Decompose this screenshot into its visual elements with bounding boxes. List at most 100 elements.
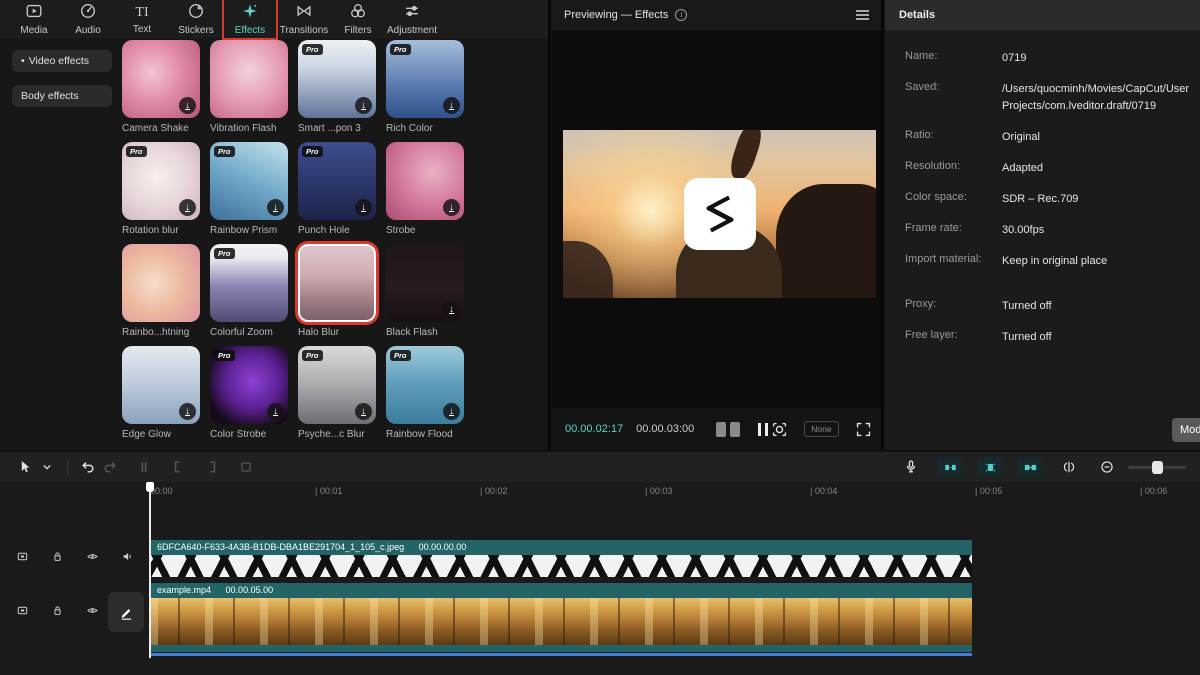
sidebar-item-video-effects[interactable]: •Video effects: [12, 50, 112, 72]
next-frame-button[interactable]: [730, 422, 740, 437]
effect-thumbnail[interactable]: Pro: [210, 244, 288, 322]
effect-thumbnail[interactable]: Pro↓: [298, 40, 376, 118]
details-value: Turned off: [1002, 298, 1192, 315]
eye-icon[interactable]: [86, 604, 99, 622]
details-label: Ratio:: [905, 129, 1002, 146]
sidebar-item-body-effects[interactable]: Body effects: [12, 85, 112, 107]
preview-title: Previewing — Effects: [564, 9, 668, 21]
video-frame[interactable]: [563, 130, 876, 298]
track1-header: [16, 550, 134, 568]
prev-frame-button[interactable]: [716, 422, 726, 437]
effect-thumbnail[interactable]: ↓: [122, 40, 200, 118]
video-clip-footer: [150, 645, 972, 652]
effect-label: Black Flash: [386, 327, 464, 338]
playhead-handle[interactable]: [146, 482, 154, 492]
trim-left-icon[interactable]: [167, 456, 189, 478]
filters-icon: [349, 2, 367, 23]
info-icon[interactable]: i: [675, 9, 687, 21]
effect-thumbnail[interactable]: ↓: [386, 142, 464, 220]
link-clips-toggle[interactable]: [1018, 457, 1042, 477]
effect-thumbnail[interactable]: Pro↓: [298, 142, 376, 220]
pro-badge: Pro: [214, 146, 235, 157]
toolbar-item-audio[interactable]: Audio: [62, 0, 114, 38]
cover-icon[interactable]: [16, 550, 29, 568]
effect-thumbnail[interactable]: ↓: [386, 244, 464, 322]
download-icon[interactable]: ↓: [355, 97, 372, 114]
clip-filename: example.mp4: [157, 585, 211, 595]
playhead[interactable]: [149, 482, 151, 658]
crop-ratio-dropdown[interactable]: None: [804, 421, 838, 437]
auto-snap-toggle[interactable]: [978, 457, 1002, 477]
menu-icon[interactable]: [856, 10, 869, 20]
fullscreen-icon[interactable]: [853, 418, 875, 440]
toolbar-item-stickers[interactable]: Stickers: [170, 0, 222, 38]
download-icon[interactable]: ↓: [179, 97, 196, 114]
download-icon[interactable]: ↓: [179, 403, 196, 420]
download-icon[interactable]: ↓: [355, 403, 372, 420]
preview-axis-icon[interactable]: [1058, 456, 1080, 478]
effect-tile: ↓Edge Glow: [122, 346, 200, 448]
zoom-slider[interactable]: [1128, 466, 1186, 469]
details-value: /Users/quocminh/Movies/CapCut/User DaPro…: [1002, 81, 1192, 115]
eye-icon[interactable]: [86, 550, 99, 568]
toolbar-item-text[interactable]: TIText: [116, 2, 168, 37]
details-label: Proxy:: [905, 298, 1002, 315]
download-icon[interactable]: ↓: [443, 97, 460, 114]
pause-button[interactable]: [758, 423, 768, 436]
effect-tile: Vibration Flash: [210, 40, 288, 142]
effect-label: Punch Hole: [298, 225, 376, 236]
effect-thumbnail[interactable]: Pro↓: [386, 346, 464, 424]
modify-button[interactable]: Modify: [1172, 418, 1200, 442]
details-row: Name:0719: [905, 50, 1200, 67]
trim-right-icon[interactable]: [201, 456, 223, 478]
download-icon[interactable]: ↓: [267, 199, 284, 216]
effect-thumbnail[interactable]: [122, 244, 200, 322]
effect-thumbnail[interactable]: Pro↓: [122, 142, 200, 220]
frame-step-buttons: [716, 422, 740, 437]
effect-thumbnail[interactable]: Pro ↓: [210, 142, 288, 220]
download-icon[interactable]: ↓: [179, 199, 196, 216]
effect-thumbnail[interactable]: [210, 40, 288, 118]
snapshot-icon[interactable]: [768, 418, 790, 440]
transport-bar: 00.00.02:17 00.00.03:00 None: [552, 408, 881, 450]
cover-icon[interactable]: [16, 604, 29, 622]
download-icon[interactable]: ↓: [443, 301, 460, 318]
toolbar-item-effects[interactable]: Effects: [224, 0, 276, 38]
effect-thumbnail[interactable]: [298, 244, 376, 322]
app-window: { "colors": { "accent": "#5fd3c7", "high…: [0, 0, 1200, 675]
zoom-out-icon[interactable]: [1096, 456, 1118, 478]
download-icon[interactable]: ↓: [443, 403, 460, 420]
toolbar-item-media[interactable]: Media: [8, 0, 60, 38]
record-voiceover-icon[interactable]: [900, 456, 922, 478]
toolbar-item-label: Audio: [75, 25, 101, 36]
select-tool-icon[interactable]: [14, 456, 36, 478]
magnetic-snap-toggle[interactable]: [938, 457, 962, 477]
effect-tile: Pro↓Psyche...c Blur: [298, 346, 376, 448]
toolbar-item-transitions[interactable]: Transitions: [278, 0, 330, 38]
zoom-slider-knob[interactable]: [1152, 461, 1163, 474]
effect-thumbnail[interactable]: Pro↓: [210, 346, 288, 424]
toolbar-item-adjustment[interactable]: Adjustment: [386, 0, 438, 38]
delete-clip-icon[interactable]: [235, 456, 257, 478]
video-clip[interactable]: example.mp4 00.00.05.00: [150, 583, 972, 656]
download-icon[interactable]: ↓: [443, 199, 460, 216]
download-icon[interactable]: ↓: [355, 199, 372, 216]
effect-thumbnail[interactable]: ↓: [122, 346, 200, 424]
transitions-icon: [295, 2, 313, 23]
effect-thumbnail[interactable]: Pro↓: [386, 40, 464, 118]
details-row: Saved:/Users/quocminh/Movies/CapCut/User…: [905, 81, 1200, 115]
timeline-ruler[interactable]: 00:00| 00:01| 00:02| 00:03| 00:04| 00:05…: [0, 482, 1200, 500]
chevron-down-icon[interactable]: [36, 456, 58, 478]
effect-thumbnail[interactable]: Pro↓: [298, 346, 376, 424]
redo-icon[interactable]: [99, 456, 121, 478]
mute-icon[interactable]: [121, 550, 134, 568]
edit-track-button[interactable]: [108, 592, 144, 632]
undo-icon[interactable]: [77, 456, 99, 478]
image-clip[interactable]: 6DFCA640-F633-4A3B-B1DB-DBA1BE291704_1_1…: [150, 540, 972, 577]
split-clip-icon[interactable]: [133, 456, 155, 478]
toolbar-item-filters[interactable]: Filters: [332, 0, 384, 38]
lock-icon[interactable]: [51, 550, 64, 568]
download-icon[interactable]: ↓: [267, 403, 284, 420]
effects-grid: ↓Camera ShakeVibration FlashPro↓Smart ..…: [122, 40, 550, 448]
lock-icon[interactable]: [51, 604, 64, 622]
